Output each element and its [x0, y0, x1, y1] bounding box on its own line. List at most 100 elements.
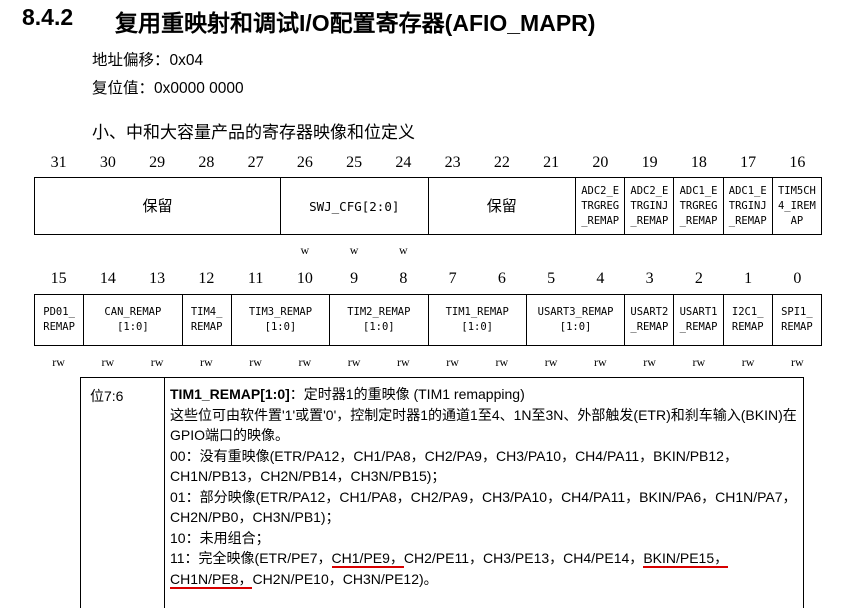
- access-type: rw: [52, 355, 65, 369]
- field-text: AP: [790, 214, 804, 227]
- bit-number: 31: [50, 154, 67, 171]
- adc2-etrginj-remap-field: ADC2_E TRGINJ _REMAP: [624, 177, 675, 235]
- tim5ch4-iremap-field: TIM5CH 4_IREM AP: [771, 177, 823, 235]
- access-type: [674, 243, 723, 257]
- field-text: [1:0]: [264, 321, 297, 333]
- access-type: w: [349, 243, 359, 257]
- access-type: [231, 243, 280, 257]
- adc1-etrginj-remap-field: ADC1_E TRGINJ _REMAP: [722, 177, 773, 235]
- section-number: 8.4.2: [22, 4, 74, 30]
- tim2-remap-field: TIM2_REMAP [1:0]: [329, 294, 429, 346]
- field-summary: 这些位可由软件置'1'或置'0'，控制定时器1的通道1至4、1N至3N、外部触发…: [170, 406, 797, 444]
- field-text: TIM3_REMAP: [248, 306, 313, 318]
- bit-description-box: 位7:6 TIM1_REMAP[1:0]：定时器1的重映像 (TIM1 rema…: [80, 377, 804, 608]
- field-text: REMAP: [731, 321, 764, 333]
- field-text: ADC2_E: [630, 184, 669, 197]
- field-text: PD01_: [43, 306, 75, 318]
- option-text: 11：完全映像(ETR/PE7，: [170, 550, 332, 566]
- option-00: 00：没有重映像(ETR/PA12，CH1/PA8，CH2/PA9，CH3/PA…: [170, 447, 738, 485]
- lower-bit-numbers: 15 14 13 12 11 10 9 8 7 6 5 4 3 2 1 0: [34, 270, 822, 290]
- lower-access-row: rw rw rw rw rw rw rw rw rw rw rw rw rw r…: [34, 355, 822, 369]
- bit-number: 22: [493, 154, 510, 171]
- bit-number: 21: [543, 154, 560, 171]
- bit-number: 16: [789, 154, 806, 171]
- underlined-bkin: BKIN/PE15，: [643, 550, 729, 568]
- field-text: TRGREG: [679, 199, 718, 212]
- bit-number: 1: [744, 270, 753, 287]
- access-type: [182, 243, 231, 257]
- field-text: TRGREG: [581, 199, 620, 212]
- field-text: [1:0]: [117, 321, 149, 333]
- bit-number: 29: [149, 154, 166, 171]
- lower-register-table: PD01_ REMAP CAN_REMAP [1:0] TIM4_ REMAP TIM…: [33, 294, 823, 346]
- register-map-heading: 小、中和大容量产品的寄存器映像和位定义: [92, 123, 415, 142]
- bit-number: 5: [547, 270, 556, 287]
- field-text: TRGINJ: [728, 199, 767, 212]
- field-text: _REMAP: [679, 214, 718, 227]
- column-divider: [164, 378, 165, 608]
- field-text: USART1: [679, 306, 718, 318]
- field-text: _REMAP: [679, 321, 718, 333]
- access-type: rw: [397, 355, 410, 369]
- option-text: CH2N/PE10，CH3N/PE12)。: [252, 570, 438, 587]
- bit-number: 9: [350, 270, 359, 287]
- field-text: _REMAP: [728, 214, 767, 227]
- section-title: 复用重映射和调试I/O配置寄存器(AFIO_MAPR): [115, 10, 596, 36]
- field-text: USART3_REMAP: [537, 306, 614, 318]
- option-11: 11：完全映像(ETR/PE7，CH1/PE9，CH2/PE11，CH3/PE1…: [170, 548, 800, 589]
- field-text: USART2: [630, 306, 669, 318]
- bit-number: 8: [399, 270, 408, 287]
- pd01-remap-field: PD01_ REMAP: [33, 294, 85, 346]
- bit-number: 15: [50, 270, 67, 287]
- tim1-remap-field: TIM1_REMAP [1:0]: [427, 294, 527, 346]
- access-type: [83, 243, 132, 257]
- access-type: rw: [298, 355, 312, 369]
- access-type: rw: [495, 355, 509, 369]
- field-text: [1:0]: [363, 321, 395, 333]
- tim4-remap-field: TIM4_ REMAP: [181, 294, 232, 346]
- usart2-remap-field: USART2 _REMAP: [624, 294, 675, 346]
- bit-number: 13: [149, 270, 166, 287]
- bit-number: 2: [694, 270, 703, 287]
- bit-number: 24: [395, 154, 412, 171]
- field-text: ADC1_E: [679, 184, 718, 197]
- access-type: [625, 243, 674, 257]
- access-type: rw: [692, 355, 706, 369]
- usart3-remap-field: USART3_REMAP [1:0]: [525, 294, 626, 346]
- adc2-etrgreg-remap-field: ADC2_E TRGREG _REMAP: [575, 177, 626, 235]
- access-type: [773, 243, 822, 257]
- underlined-ch1: CH1/PE9，: [331, 550, 404, 568]
- upper-access-row: w w w: [34, 243, 822, 257]
- swj-cfg-field: SWJ_CFG[2:0]: [279, 177, 429, 235]
- access-type: rw: [446, 355, 459, 369]
- field-text: _REMAP: [581, 214, 620, 227]
- bit-number: 14: [99, 270, 116, 287]
- field-text: [1:0]: [559, 321, 592, 333]
- bit-number: 4: [596, 270, 605, 287]
- access-type: rw: [347, 355, 361, 369]
- field-name: TIM1_REMAP[1:0]: [170, 386, 290, 402]
- field-text: I2C1_: [731, 306, 764, 318]
- upper-bit-numbers: 31 30 29 28 27 26 25 24 23 22 21 20 19 1…: [34, 154, 822, 174]
- bit-number: 23: [444, 154, 461, 171]
- field-text: ADC1_E: [728, 184, 767, 197]
- bit-number: 28: [198, 154, 215, 171]
- access-type: [34, 243, 83, 257]
- field-text: 4_IREM: [777, 199, 816, 212]
- bit-number: 7: [448, 270, 457, 287]
- bit-number: 27: [247, 154, 264, 171]
- access-type: rw: [594, 355, 607, 369]
- field-heading: TIM1_REMAP[1:0]：定时器1的重映像 (TIM1 remapping…: [170, 384, 800, 405]
- access-type: rw: [791, 355, 804, 369]
- access-type: rw: [741, 355, 755, 369]
- bit-number: 11: [247, 270, 264, 287]
- field-text: _REMAP: [630, 214, 669, 227]
- field-text: REMAP: [190, 321, 223, 333]
- access-type: [477, 243, 526, 257]
- i2c1-remap-field: I2C1_ REMAP: [722, 294, 773, 346]
- field-text: CAN_REMAP: [104, 306, 162, 318]
- field-text: TIM1_REMAP: [445, 306, 509, 318]
- access-type: w: [399, 243, 408, 257]
- adc1-etrgreg-remap-field: ADC1_E TRGREG _REMAP: [673, 177, 724, 235]
- bit-number: 25: [346, 154, 363, 171]
